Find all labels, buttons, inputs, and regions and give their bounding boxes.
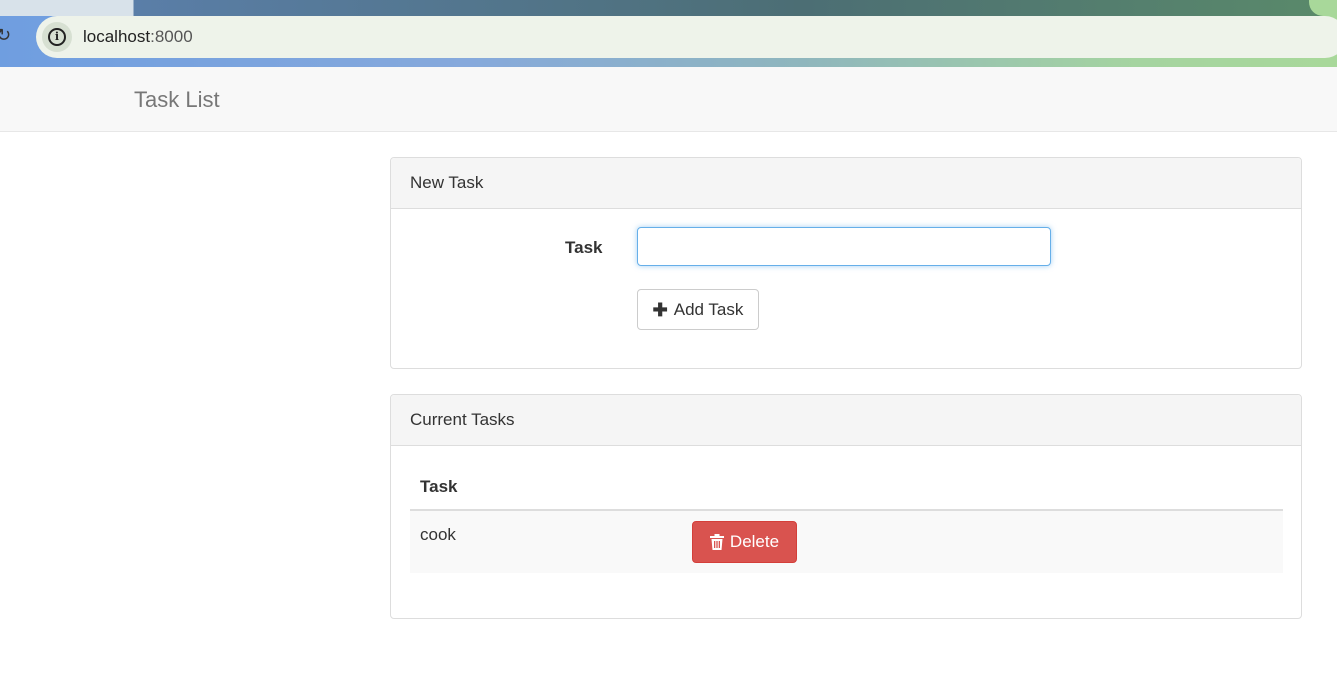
plus-icon: ✚ [652,299,668,320]
tab-strip [0,0,1337,16]
site-info-icon[interactable]: i [42,22,72,52]
add-task-button[interactable]: ✚ Add Task [637,289,759,330]
address-bar[interactable] [36,16,1337,58]
browser-chrome: ↻ i localhost:8000 [0,0,1337,67]
new-task-panel: New Task Task ✚ Add Task [390,157,1302,369]
trash-icon [709,534,724,550]
tasks-table: Task cook Delete [410,465,1283,573]
task-name: cook [420,525,456,544]
url-port: :8000 [150,27,193,46]
current-tasks-panel: Current Tasks Task cook Delete [390,394,1302,619]
reload-icon[interactable]: ↻ [0,26,14,44]
task-input[interactable] [637,227,1051,266]
table-row: cook Delete [410,511,1283,573]
url-host: localhost [83,27,151,46]
delete-label: Delete [729,532,780,551]
current-tasks-heading: Current Tasks [391,395,1301,446]
tab-strip-edge [1309,0,1337,16]
url-text[interactable]: localhost:8000 [83,27,193,47]
task-input-label: Task [565,238,603,257]
navbar: Task List [0,67,1337,132]
task-column-header: Task [410,465,1283,511]
new-task-heading: New Task [391,158,1301,209]
add-task-label: Add Task [673,299,744,319]
delete-button[interactable]: Delete [692,521,797,563]
navbar-brand[interactable]: Task List [134,87,220,113]
